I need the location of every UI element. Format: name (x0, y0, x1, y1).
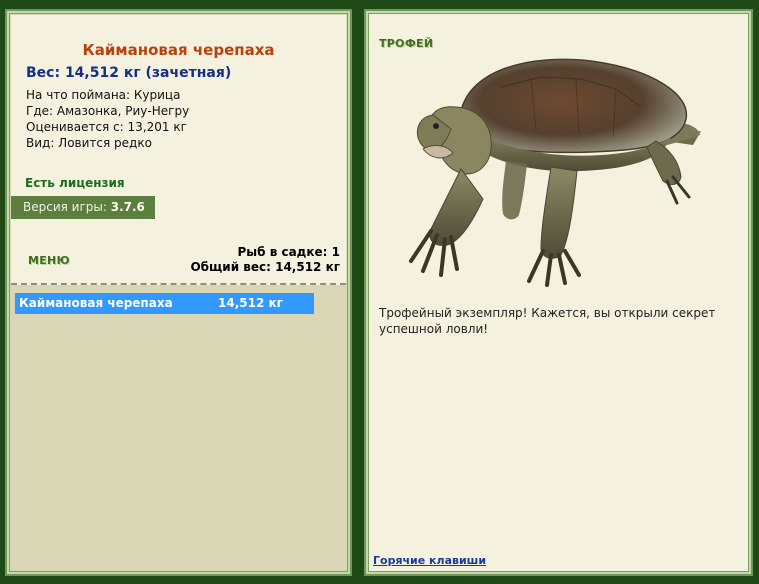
fish-bait: На что поймана: Курица (26, 88, 181, 102)
fish-info-panel: Каймановая черепаха Вес: 14,512 кг (заче… (5, 9, 352, 576)
fish-rarity: Вид: Ловится редко (26, 136, 152, 150)
version-value: 3.7.6 (110, 200, 145, 214)
trophy-message: Трофейный экземпляр! Кажется, вы открыли… (379, 306, 716, 336)
keepnet-count: Рыб в садке: 1 (237, 245, 341, 259)
fish-name: Каймановая черепаха (82, 41, 275, 59)
catch-item-name: Каймановая черепаха (19, 296, 173, 310)
fish-value: Оценивается с: 13,201 кг (26, 120, 187, 134)
fish-location: Где: Амазонка, Риу-Негру (26, 104, 190, 118)
fish-details: Каймановая черепаха Вес: 14,512 кг (заче… (11, 15, 346, 285)
trophy-panel: ТРОФЕЙ Трофейный экземпляр! Кажется, вы … (364, 9, 753, 576)
fish-weight: Вес: 14,512 кг (зачетная) (26, 65, 232, 81)
hotkeys-link[interactable]: Горячие клавиши (373, 554, 486, 567)
catch-item-weight: 14,512 кг (218, 296, 283, 310)
license-status: Есть лицензия (25, 176, 125, 190)
snapping-turtle-image (409, 58, 701, 287)
version-badge: Версия игры: 3.7.6 (11, 196, 155, 219)
version-label: Версия игры: (23, 200, 107, 214)
keepnet-total-weight: Общий вес: 14,512 кг (190, 260, 340, 274)
catch-list-item[interactable]: Каймановая черепаха 14,512 кг (15, 293, 314, 314)
menu-button[interactable]: МЕНЮ (28, 254, 70, 267)
